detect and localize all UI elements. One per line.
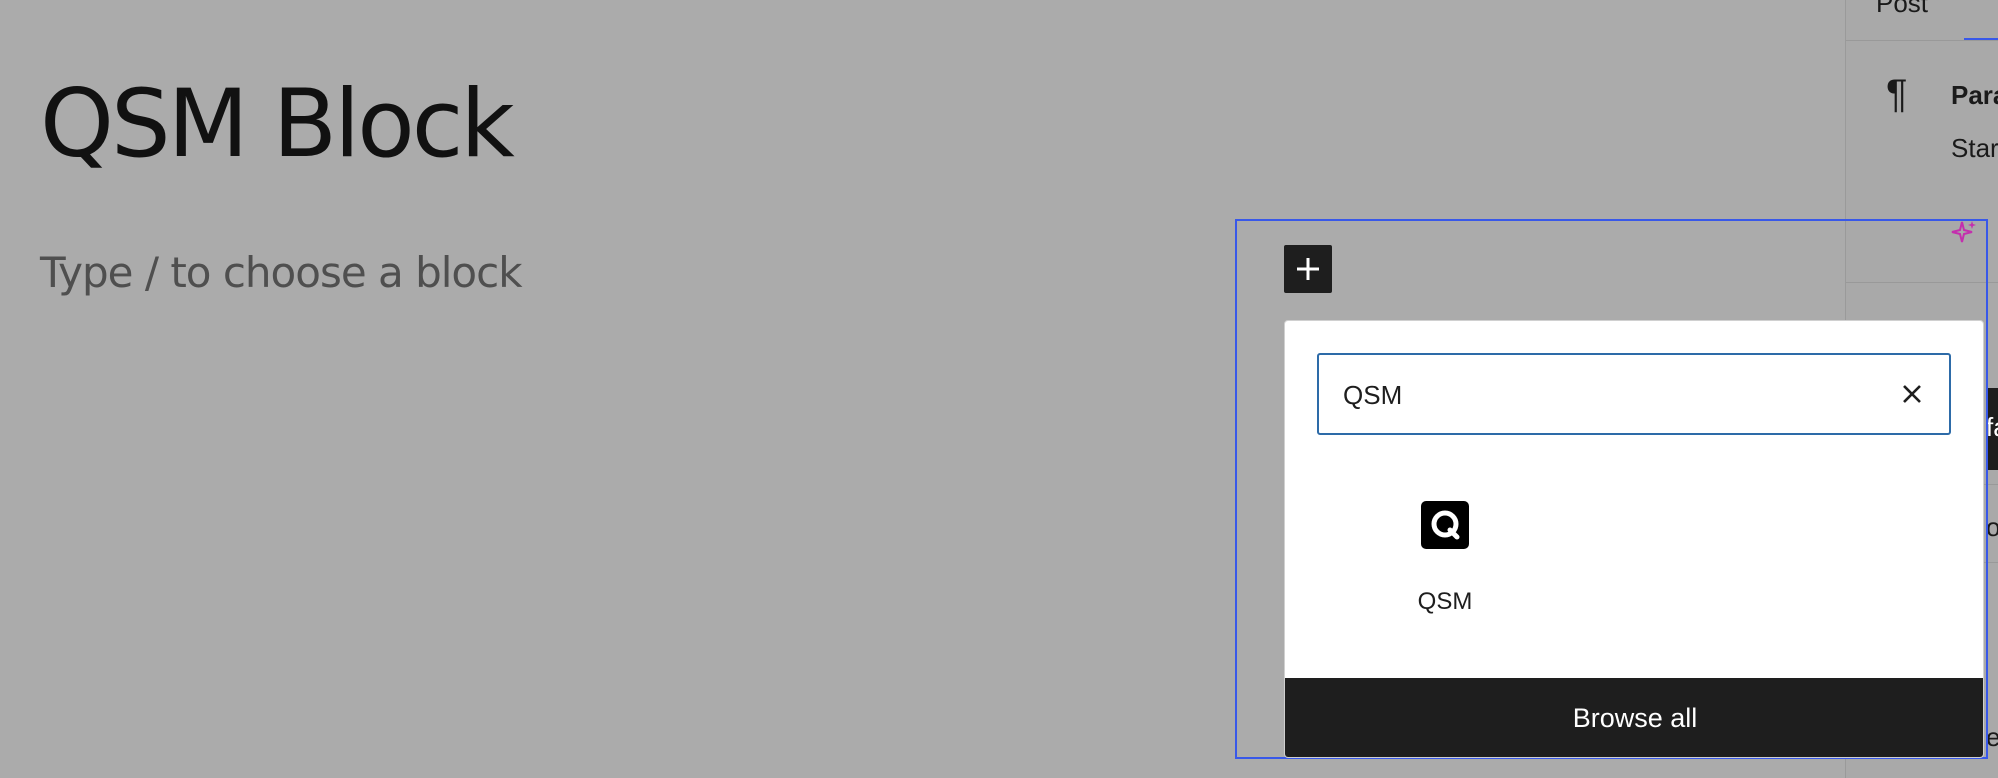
clear-search-button[interactable] [1893, 375, 1931, 413]
tab-post[interactable]: Post [1876, 0, 1928, 19]
divider [1846, 40, 1998, 41]
plus-icon [1297, 258, 1319, 280]
close-icon [1903, 385, 1921, 403]
block-card-title: Para [1951, 80, 1998, 110]
browse-all-button[interactable]: Browse all [1285, 678, 1983, 757]
quick-inserter-popover: QSM Browse all [1284, 320, 1984, 758]
block-result-label: QSM [1417, 588, 1473, 615]
block-search-input[interactable] [1341, 355, 1885, 435]
post-title[interactable]: QSM Block [40, 70, 515, 179]
block-placeholder[interactable]: Type / to choose a block [40, 248, 523, 297]
block-card-description: Star bloc [1951, 133, 1998, 163]
inserter-toggle-button[interactable] [1284, 245, 1332, 293]
qsm-logo-icon [1421, 501, 1469, 549]
paragraph-icon: ¶ [1886, 72, 1908, 116]
block-result-qsm[interactable]: QSM [1380, 501, 1510, 641]
search-field [1317, 353, 1951, 435]
